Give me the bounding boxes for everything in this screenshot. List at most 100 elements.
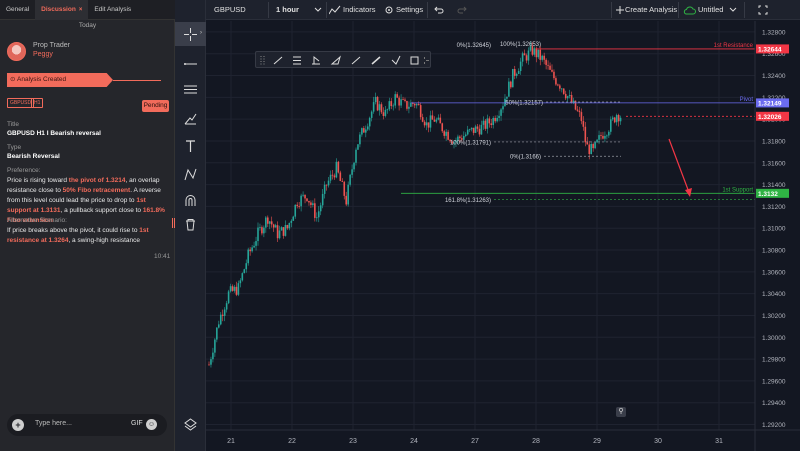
highlight-text: the pivot of 1.3214: [68, 177, 126, 184]
candle-body: [496, 117, 498, 122]
lightbulb-icon[interactable]: ⚲: [616, 407, 626, 417]
y-tick-label: 1.31600: [762, 160, 786, 167]
measure-tool[interactable]: [175, 162, 206, 186]
candle-body: [494, 117, 496, 122]
projection-arrow[interactable]: [668, 138, 691, 196]
message-placeholder[interactable]: Type here...: [35, 420, 72, 427]
settings-button[interactable]: Settings: [396, 0, 423, 20]
candle-body: [388, 101, 391, 110]
tab-discussion[interactable]: Discussion ×: [35, 0, 89, 20]
text-tool[interactable]: [175, 134, 206, 158]
price-chart[interactable]: 1st Resistance Pivot 1st Support 0%(1.3264…: [206, 21, 800, 451]
emoji-icon[interactable]: ☺: [146, 419, 157, 430]
candle-body: [239, 280, 242, 284]
candle-body: [447, 131, 449, 140]
horizontal-levels[interactable]: 1st Resistance Pivot 1st Support: [401, 43, 755, 194]
x-tick-label: 24: [410, 438, 418, 445]
candle-body: [435, 119, 438, 122]
fib-tool[interactable]: [175, 78, 206, 102]
analysis-created-label: Analysis Created: [17, 76, 67, 83]
trash-icon: [186, 219, 195, 231]
candle-body: [323, 184, 326, 194]
candle-body: [615, 115, 618, 123]
plus-icon[interactable]: +: [12, 419, 24, 431]
trend-line-tool[interactable]: [175, 50, 206, 74]
candle-body: [425, 122, 428, 126]
candle-body: [437, 117, 440, 120]
candle-body: [576, 109, 579, 111]
candle-body: [415, 104, 418, 106]
tab-general[interactable]: General: [0, 0, 35, 20]
candle-body: [441, 123, 444, 132]
candle-body: [276, 225, 279, 239]
fullscreen-icon[interactable]: [758, 5, 768, 15]
line-width-icon[interactable]: [371, 56, 381, 65]
delete-tool[interactable]: [175, 212, 206, 236]
pencil-icon[interactable]: [330, 55, 341, 65]
tab-edit-analysis[interactable]: Edit Analysis: [88, 0, 137, 20]
magnet-tool[interactable]: [175, 188, 206, 212]
avatar[interactable]: [7, 42, 26, 61]
layers-icon: [184, 418, 197, 431]
undo-icon[interactable]: [434, 6, 444, 14]
indicators-button[interactable]: Indicators: [343, 0, 376, 20]
create-analysis-button[interactable]: Create Analysis: [625, 0, 677, 20]
candle-body: [545, 59, 547, 65]
candle-body: [327, 180, 330, 186]
close-icon[interactable]: ×: [79, 7, 83, 13]
pattern-icon[interactable]: [312, 55, 320, 65]
fib-label: 0%(1.32645): [457, 43, 491, 49]
symbol-selector[interactable]: GBPUSD: [214, 0, 246, 20]
candle-body: [376, 96, 379, 111]
title-value: GBPUSD H1 I Bearish reversal: [7, 130, 101, 137]
candle-body: [231, 286, 234, 291]
candle-body: [484, 120, 487, 129]
candle-body: [253, 245, 255, 248]
line-icon[interactable]: [273, 56, 283, 65]
candle-body: [263, 227, 265, 234]
box-icon[interactable]: [410, 56, 419, 65]
fib-label: 50%(1.32157): [505, 101, 543, 107]
price-axis[interactable]: 1.328001.326001.324001.322001.320001.318…: [762, 29, 786, 429]
x-tick-label: 23: [349, 438, 357, 445]
candle-body: [613, 117, 616, 123]
candle-body: [406, 100, 408, 109]
layers-tool[interactable]: [175, 412, 206, 436]
message-input[interactable]: [7, 414, 167, 436]
line-icon[interactable]: [351, 56, 361, 65]
style-icon[interactable]: [391, 55, 401, 65]
pattern-tool[interactable]: [175, 106, 206, 130]
redo-icon[interactable]: [457, 6, 467, 14]
interval-selector[interactable]: 1 hour: [276, 0, 299, 20]
location-pin-icon: ⊙: [10, 76, 16, 83]
x-tick-label: 28: [532, 438, 540, 445]
candle-body: [553, 71, 555, 79]
candle-body: [237, 283, 240, 295]
candle-body: [566, 96, 569, 99]
y-tick-label: 1.31000: [762, 226, 786, 233]
candle-body: [502, 106, 504, 110]
drag-handle-icon[interactable]: [260, 56, 265, 65]
candle-body: [594, 142, 596, 149]
candle-body: [472, 127, 475, 133]
candle-body: [527, 50, 530, 61]
candles: [208, 41, 622, 368]
candle-body: [270, 221, 273, 225]
candle-body: [380, 104, 383, 113]
chevron-down-icon[interactable]: [729, 7, 737, 13]
gif-button[interactable]: GIF: [131, 420, 143, 427]
chevron-down-icon[interactable]: [314, 7, 322, 13]
alternative-label: Alternative Scenario:: [7, 217, 67, 224]
candle-body: [321, 193, 324, 206]
body-text: , a pullback support close to: [60, 207, 143, 214]
candle-body: [562, 88, 565, 94]
trader-name[interactable]: Peggy: [33, 51, 53, 58]
status-badge: Pending: [142, 100, 169, 112]
candle-body: [549, 65, 551, 70]
fib-icon[interactable]: [293, 56, 301, 65]
candle-body: [510, 81, 512, 88]
layout-name[interactable]: Untitled: [698, 0, 723, 20]
candle-body: [235, 286, 238, 295]
time-axis[interactable]: 21 22 23 24 27 28 29 30 31: [227, 438, 723, 445]
more-icon[interactable]: [424, 57, 430, 64]
